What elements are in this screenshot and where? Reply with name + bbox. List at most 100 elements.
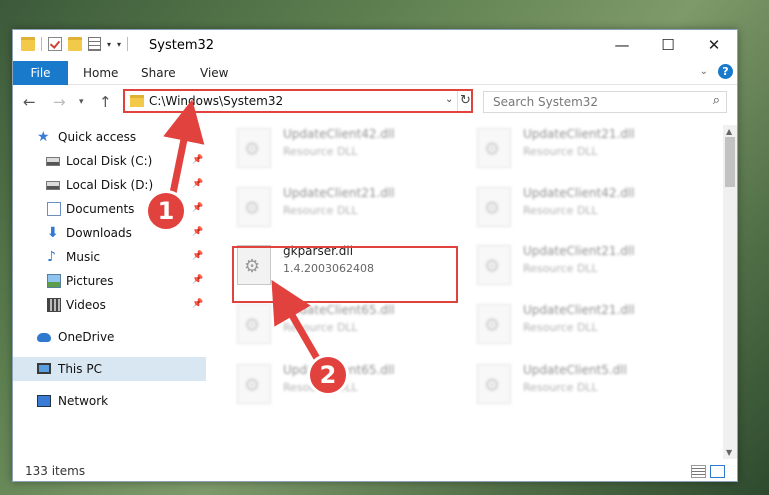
- new-folder-icon[interactable]: [68, 37, 82, 51]
- sidebar-item-label: Music: [66, 250, 101, 264]
- maximize-button[interactable]: ☐: [645, 30, 691, 60]
- chevron-down-icon[interactable]: ▾: [107, 40, 111, 49]
- sidebar-item-label: Quick access: [58, 130, 137, 144]
- file-name: UpdateClient21.dll: [523, 303, 635, 317]
- sidebar-item-label: Network: [58, 394, 109, 408]
- search-icon[interactable]: ⌕: [713, 93, 720, 108]
- sidebar-item-local-disk-c[interactable]: Local Disk (C:) 📌: [13, 149, 206, 173]
- status-bar: 133 items: [13, 462, 737, 482]
- file-description: Resource DLL: [523, 381, 598, 394]
- window-controls: — ☐ ✕: [599, 30, 737, 60]
- sidebar-item-this-pc[interactable]: This PC: [13, 357, 206, 381]
- recent-locations-icon[interactable]: ▾: [79, 97, 84, 107]
- ribbon-right: ⌄ ?: [700, 64, 733, 79]
- scroll-down-icon[interactable]: ▼: [726, 448, 732, 457]
- address-path[interactable]: C:\Windows\System32: [149, 94, 283, 108]
- file-item[interactable]: ⚙ UpdateClient42.dll Resource DLL: [233, 123, 458, 181]
- file-name: UpdateClient5.dll: [523, 363, 627, 377]
- step-badge-1: 1: [145, 190, 187, 232]
- file-item[interactable]: ⚙ UpdateClient5.dll Resource DLL: [473, 359, 698, 417]
- folder-icon: [21, 37, 35, 51]
- highlight-frame-gkparser: [232, 246, 458, 303]
- vertical-scrollbar[interactable]: ▲ ▼: [723, 125, 737, 459]
- file-description: Resource DLL: [523, 262, 598, 275]
- file-item[interactable]: ⚙ UpdateClient21.dll Resource DLL: [473, 123, 698, 181]
- file-description: Resource DLL: [283, 321, 358, 334]
- address-bar[interactable]: C:\Windows\System32 ⌄ ↻: [123, 89, 473, 113]
- dll-file-icon: ⚙: [477, 304, 511, 344]
- scroll-thumb[interactable]: [725, 137, 735, 187]
- details-icon[interactable]: [88, 37, 101, 51]
- file-description: Resource DLL: [523, 204, 598, 217]
- sidebar-item-videos[interactable]: Videos 📌: [13, 293, 206, 317]
- help-icon[interactable]: ?: [718, 64, 733, 79]
- item-count: 133 items: [25, 464, 86, 478]
- sidebar-item-label: Downloads: [66, 226, 132, 240]
- star-icon: ★: [37, 129, 50, 145]
- sidebar-item-label: Videos: [66, 298, 106, 312]
- sidebar-item-label: Local Disk (D:): [66, 178, 154, 192]
- film-strip-icon: [47, 298, 61, 312]
- dll-file-icon: ⚙: [477, 187, 511, 227]
- tiles-view-icon[interactable]: [710, 465, 725, 478]
- sidebar-item-onedrive[interactable]: OneDrive: [13, 325, 206, 349]
- details-view-icon[interactable]: [691, 465, 706, 478]
- pin-icon[interactable]: 📌: [192, 275, 203, 285]
- file-name: UpdateClient21.dll: [523, 244, 635, 258]
- pin-icon[interactable]: 📌: [192, 179, 203, 189]
- sidebar-item-quick-access[interactable]: ★ Quick access: [13, 125, 206, 149]
- pin-icon[interactable]: 📌: [192, 155, 203, 165]
- sidebar-item-network[interactable]: Network: [13, 389, 206, 413]
- sidebar-item-label: Local Disk (C:): [66, 154, 153, 168]
- dll-file-icon: ⚙: [477, 364, 511, 404]
- dll-file-icon: ⚙: [477, 128, 511, 168]
- dll-file-icon: ⚙: [237, 304, 271, 344]
- file-name: UpdateClient65.dll: [283, 303, 395, 317]
- properties-check-icon[interactable]: [48, 37, 62, 51]
- file-name: UpdateClient21.dll: [283, 186, 395, 200]
- navigation-pane: ★ Quick access Local Disk (C:) 📌 Local D…: [13, 125, 206, 455]
- pin-icon[interactable]: 📌: [192, 299, 203, 309]
- pin-icon[interactable]: 📌: [192, 251, 203, 261]
- file-name: UpdateClient42.dll: [283, 127, 395, 141]
- window-title: System32: [149, 38, 215, 53]
- tab-file[interactable]: File: [13, 61, 68, 85]
- expand-ribbon-icon[interactable]: ⌄: [700, 66, 708, 77]
- navigation-bar: ← → ▾ ↑ C:\Windows\System32 ⌄ ↻ Search S…: [13, 86, 737, 118]
- file-item[interactable]: ⚙ UpdateClient65.dll Resource DLL: [233, 299, 458, 357]
- sidebar-item-music[interactable]: ♪ Music 📌: [13, 245, 206, 269]
- refresh-icon[interactable]: ↻: [457, 91, 473, 111]
- sidebar-item-label: OneDrive: [58, 330, 115, 344]
- folder-icon: [130, 95, 144, 107]
- music-note-icon: ♪: [47, 249, 56, 265]
- forward-arrow-icon[interactable]: →: [53, 93, 66, 111]
- sidebar-item-label: Documents: [66, 202, 135, 216]
- address-dropdown-icon[interactable]: ⌄: [445, 94, 453, 105]
- view-switcher: [691, 465, 725, 478]
- file-item[interactable]: ⚙ UpdateClient21.dll Resource DLL: [473, 240, 698, 298]
- scroll-up-icon[interactable]: ▲: [726, 127, 732, 136]
- document-icon: [47, 202, 61, 216]
- file-description: Resource DLL: [523, 145, 598, 158]
- search-input[interactable]: Search System32 ⌕: [483, 91, 727, 113]
- file-item[interactable]: ⚙ UpdateClient42.dll Resource DLL: [473, 182, 698, 240]
- file-item[interactable]: ⚙ UpdateClient21.dll Resource DLL: [233, 182, 458, 240]
- customize-toolbar-icon[interactable]: ▾: [117, 40, 121, 49]
- file-item[interactable]: ⚙ UpdateClient21.dll Resource DLL: [473, 299, 698, 357]
- up-arrow-icon[interactable]: ↑: [99, 93, 112, 111]
- drive-icon: [46, 157, 60, 166]
- separator: [127, 37, 129, 51]
- pin-icon[interactable]: 📌: [192, 227, 203, 237]
- close-button[interactable]: ✕: [691, 30, 737, 60]
- pin-icon[interactable]: 📌: [192, 203, 203, 213]
- computer-icon: [37, 363, 51, 374]
- tab-share[interactable]: Share: [141, 66, 176, 80]
- sidebar-item-pictures[interactable]: Pictures 📌: [13, 269, 206, 293]
- tab-view[interactable]: View: [200, 66, 228, 80]
- picture-icon: [47, 274, 61, 288]
- back-arrow-icon[interactable]: ←: [23, 93, 36, 111]
- tab-home[interactable]: Home: [83, 66, 118, 80]
- minimize-button[interactable]: —: [599, 30, 645, 60]
- dll-file-icon: ⚙: [237, 187, 271, 227]
- sidebar-item-label: This PC: [58, 362, 102, 376]
